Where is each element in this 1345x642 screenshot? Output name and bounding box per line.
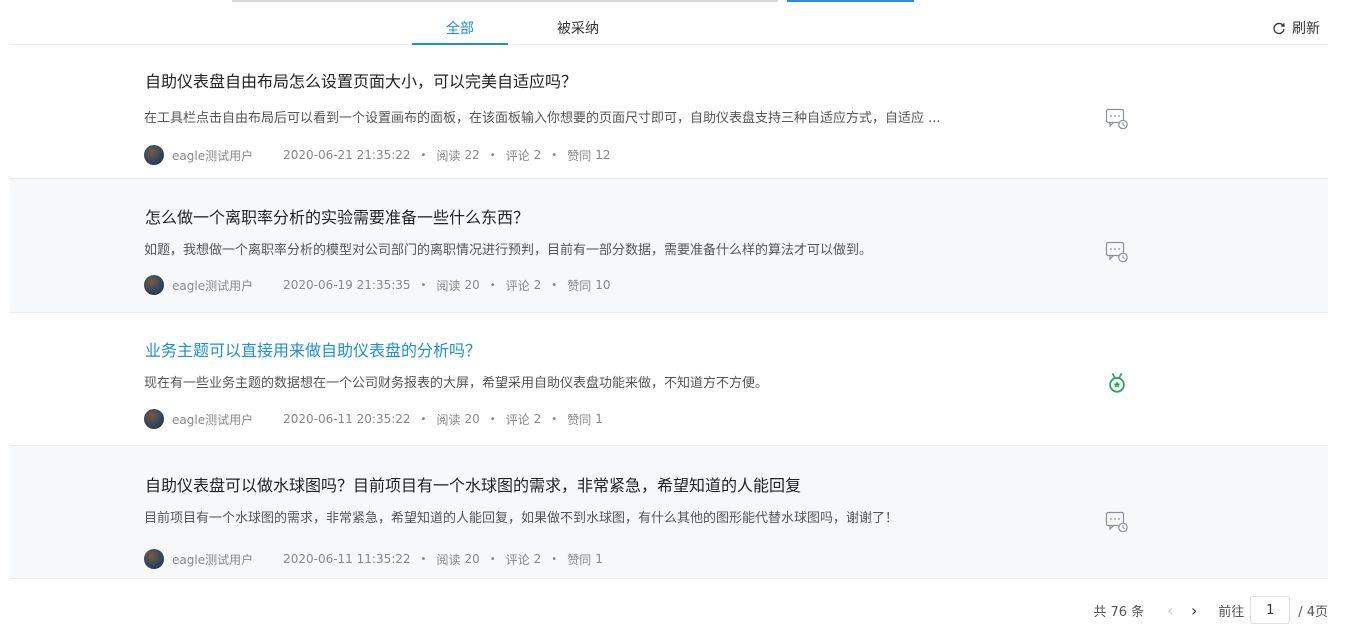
like-label: 赞同: [567, 148, 592, 163]
author-name: eagle测试用户: [172, 148, 254, 163]
question-item: 业务主题可以直接用来做自助仪表盘的分析吗？ 现在有一些业务主题的数据想在一个公司…: [10, 313, 1328, 446]
question-item: 自助仪表盘自由布局怎么设置页面大小，可以完美自适应吗？ 在工具栏点击自由布局后可…: [10, 46, 1328, 179]
tab-active-underline: [412, 43, 508, 45]
avatar: [144, 275, 164, 295]
refresh-label: 刷新: [1292, 21, 1320, 37]
refresh-button[interactable]: 刷新: [1272, 19, 1320, 39]
question-title[interactable]: 怎么做一个离职率分析的实验需要准备一些什么东西？: [145, 207, 529, 229]
comment-count: 2: [533, 412, 542, 426]
question-title[interactable]: 自助仪表盘可以做水球图吗？目前项目有一个水球图的需求，非常紧急，希望知道的人能回…: [145, 475, 801, 497]
post-time: 2020-06-19 21:35:35: [283, 278, 411, 292]
filter-tabs: 全部 被采纳 刷新: [10, 0, 1328, 45]
refresh-icon: [1273, 22, 1285, 35]
comment-count: 2: [533, 148, 542, 162]
total-count: 共 76 条: [1093, 604, 1145, 620]
separator-dot: •: [489, 279, 496, 291]
pending-chat-icon: [1105, 511, 1128, 533]
question-desc: 目前项目有一个水球图的需求，非常紧急，希望知道的人能回复，如果做不到水球图，有什…: [144, 511, 899, 526]
question-desc: 在工具栏点击自由布局后可以看到一个设置画布的面板，在该面板输入你想要的页面尺寸即…: [144, 111, 941, 126]
like-count: 1: [595, 412, 603, 426]
question-title[interactable]: 业务主题可以直接用来做自助仪表盘的分析吗？: [145, 340, 481, 362]
question-title[interactable]: 自助仪表盘自由布局怎么设置页面大小，可以完美自适应吗？: [145, 71, 577, 93]
next-page-button[interactable]: ›: [1186, 601, 1202, 620]
separator-dot: •: [420, 553, 427, 565]
post-time: 2020-06-21 21:35:22: [283, 148, 411, 162]
comment-label: 评论: [505, 412, 530, 427]
avatar: [144, 409, 164, 429]
read-label: 阅读: [436, 412, 461, 427]
post-time: 2020-06-11 20:35:22: [283, 412, 411, 426]
separator-dot: •: [489, 553, 496, 565]
comment-label: 评论: [505, 278, 530, 293]
tab-all[interactable]: 全部: [412, 19, 508, 45]
question-desc: 如题，我想做一个离职率分析的模型对公司部门的离职情况进行预判，目前有一部分数据，…: [144, 243, 873, 258]
prev-page-button[interactable]: ‹: [1162, 601, 1178, 620]
separator-dot: •: [489, 149, 496, 161]
tab-adopted[interactable]: 被采纳: [557, 19, 599, 39]
question-meta: eagle测试用户 2020-06-19 21:35:35 • 阅读 20 • 评…: [144, 275, 611, 295]
author-name: eagle测试用户: [172, 278, 254, 293]
page-number-input[interactable]: [1250, 596, 1291, 624]
author-name: eagle测试用户: [172, 412, 254, 427]
like-count: 10: [595, 278, 611, 292]
read-count: 22: [464, 148, 480, 162]
post-time: 2020-06-11 11:35:22: [283, 552, 411, 566]
tab-all-label: 全部: [446, 21, 474, 37]
separator-dot: •: [420, 413, 427, 425]
avatar: [144, 145, 164, 165]
read-count: 20: [464, 412, 480, 426]
pending-chat-icon: [1105, 241, 1128, 263]
like-label: 赞同: [567, 552, 592, 567]
question-item: 自助仪表盘可以做水球图吗？目前项目有一个水球图的需求，非常紧急，希望知道的人能回…: [10, 446, 1328, 579]
separator-dot: •: [551, 279, 558, 291]
separator-dot: •: [551, 553, 558, 565]
separator-dot: •: [420, 149, 427, 161]
question-desc: 现在有一些业务主题的数据想在一个公司财务报表的大屏，希望采用自助仪表盘功能来做，…: [144, 376, 769, 391]
question-list: 自助仪表盘自由布局怎么设置页面大小，可以完美自适应吗？ 在工具栏点击自由布局后可…: [10, 46, 1328, 579]
question-meta: eagle测试用户 2020-06-11 20:35:22 • 阅读 20 • 评…: [144, 409, 603, 429]
avatar: [144, 549, 164, 569]
question-item: 怎么做一个离职率分析的实验需要准备一些什么东西？ 如题，我想做一个离职率分析的模…: [10, 179, 1328, 313]
comment-label: 评论: [505, 552, 530, 567]
adopted-medal-icon: [1109, 372, 1125, 393]
comment-label: 评论: [505, 148, 530, 163]
comment-count: 2: [533, 552, 542, 566]
question-meta: eagle测试用户 2020-06-11 11:35:22 • 阅读 20 • 评…: [144, 549, 603, 569]
read-count: 20: [464, 552, 480, 566]
separator-dot: •: [420, 279, 427, 291]
comment-count: 2: [533, 278, 542, 292]
goto-label: 前往: [1218, 604, 1245, 620]
read-label: 阅读: [436, 552, 461, 567]
separator-dot: •: [551, 413, 558, 425]
question-meta: eagle测试用户 2020-06-21 21:35:22 • 阅读 22 • 评…: [144, 145, 611, 165]
separator-dot: •: [489, 413, 496, 425]
like-label: 赞同: [567, 412, 592, 427]
like-count: 12: [595, 148, 611, 162]
pagination: 共 76 条 ‹ › 前往 / 4页: [1093, 596, 1328, 624]
total-pages: / 4页: [1298, 604, 1328, 620]
read-count: 20: [464, 278, 480, 292]
pending-chat-icon: [1105, 108, 1128, 130]
like-label: 赞同: [567, 278, 592, 293]
author-name: eagle测试用户: [172, 552, 254, 567]
like-count: 1: [595, 552, 603, 566]
separator-dot: •: [551, 149, 558, 161]
read-label: 阅读: [436, 148, 461, 163]
read-label: 阅读: [436, 278, 461, 293]
